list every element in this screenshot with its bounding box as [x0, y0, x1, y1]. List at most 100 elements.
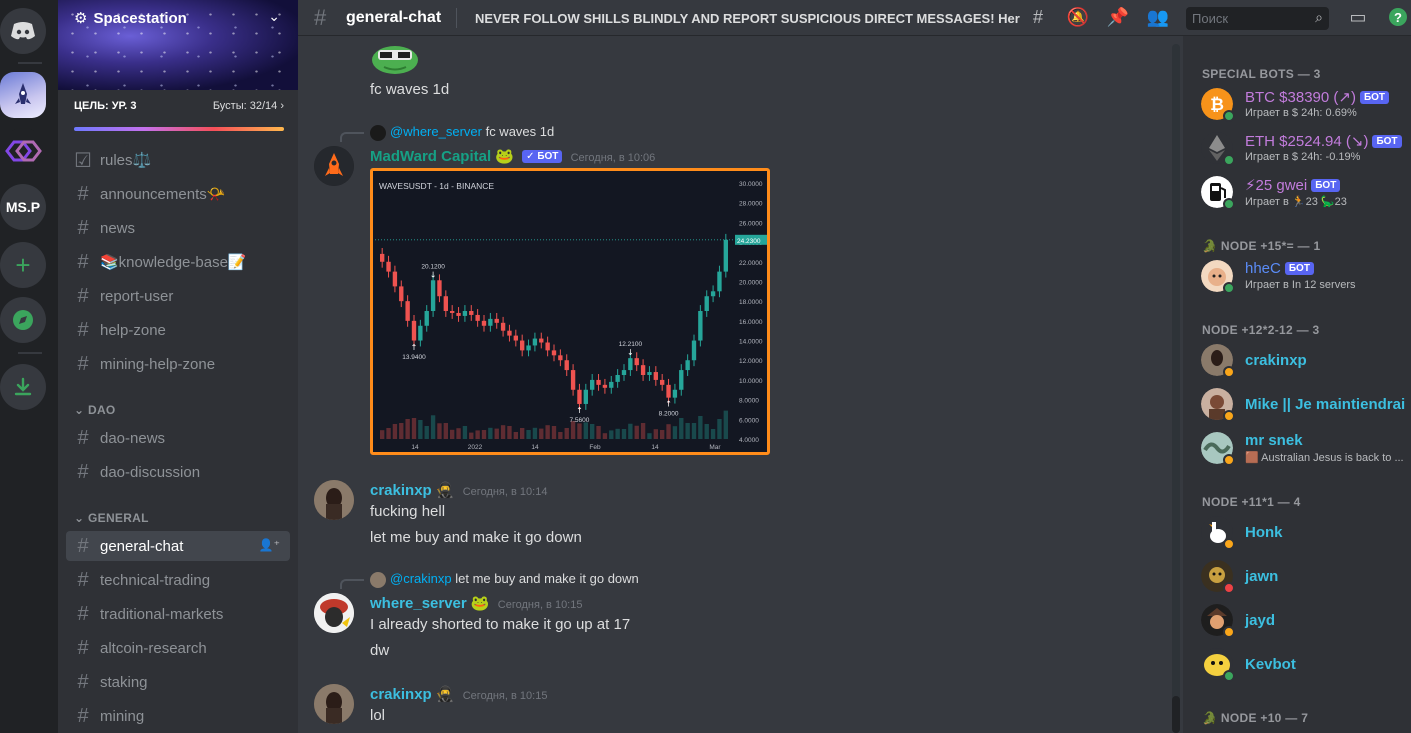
volume-bar: [380, 430, 385, 439]
channel-dao-news[interactable]: # dao-news: [66, 423, 290, 453]
status-idle-icon: [1223, 454, 1235, 466]
reply-mention[interactable]: @crakinxp let me buy and make it go down: [390, 571, 639, 586]
member-item[interactable]: ₿ BTC $38390 (↗) БОТ Играет в $ 24h: 0.69…: [1201, 84, 1401, 128]
pinned-messages-icon[interactable]: 📌: [1106, 7, 1130, 31]
candlestick-chart: WAVESUSDT - 1d - BINANCE 30.0000 28.0000 26…: [375, 181, 767, 451]
channel-knowledge-base[interactable]: # 📚knowledge-base📝: [66, 247, 290, 277]
volume-bar: [621, 429, 627, 439]
volume-bar: [551, 426, 557, 439]
scrollbar-track[interactable]: [1172, 44, 1180, 733]
pepe-icon: 🐸: [470, 595, 490, 612]
x-tick-label: Feb: [589, 444, 601, 451]
avatar[interactable]: [314, 684, 354, 724]
boost-progress[interactable]: ЦЕЛЬ: УР. 3 Бусты: 32/14 ›: [74, 100, 284, 112]
server-spacestation-icon[interactable]: [0, 72, 46, 118]
channel-technical-trading[interactable]: # technical-trading: [66, 565, 290, 595]
volume-bar: [577, 423, 582, 439]
category-dao[interactable]: ⌄ DAO: [74, 403, 116, 417]
member-item[interactable]: jawn: [1201, 556, 1401, 600]
price-annotation: 8.2000: [659, 411, 679, 418]
message-author[interactable]: crakinxp 🥷 Сегодня, в 10:15: [370, 685, 547, 703]
volume-bar: [640, 423, 646, 439]
x-tick-label: 14: [651, 444, 659, 451]
mute-bell-icon[interactable]: 🔕: [1066, 7, 1090, 31]
scrollbar-thumb[interactable]: [1172, 696, 1180, 733]
channel-traditional-markets[interactable]: # traditional-markets: [66, 599, 290, 629]
message-timestamp: Сегодня, в 10:15: [497, 599, 583, 611]
member-list-icon[interactable]: 👥: [1146, 7, 1170, 31]
member-list: SPECIAL BOTS — 3 ₿ BTC $38390 (↗) БОТ Игр…: [1183, 36, 1411, 733]
avatar[interactable]: [314, 480, 354, 520]
explore-servers-icon[interactable]: [0, 297, 46, 343]
channel-topic[interactable]: NEVER FOLLOW SHILLS BLINDLY AND REPORT S…: [475, 11, 1020, 26]
member-item[interactable]: mr snek 🟫 Australian Jesus is back to ..…: [1201, 428, 1404, 472]
member-item[interactable]: ⚡25 gwei БОТ Играет в 🏃23 🦕23: [1201, 172, 1401, 216]
help-icon[interactable]: ?: [1386, 7, 1410, 31]
candle-body: [634, 358, 639, 366]
price-annotation: 20.1200: [421, 263, 445, 270]
candle-body: [526, 345, 531, 351]
candle-body: [615, 375, 620, 382]
channel-staking[interactable]: # staking: [66, 667, 290, 697]
volume-bar: [513, 432, 518, 439]
candle-body: [424, 311, 429, 326]
channel-general-chat[interactable]: # general-chat 👤⁺: [66, 531, 290, 561]
message-author[interactable]: MadWard Capital 🐸 ✓ БОТ Сегодня, в 10:06: [370, 147, 655, 165]
message-author[interactable]: crakinxp 🥷 Сегодня, в 10:14: [370, 481, 547, 499]
server-polygon-icon[interactable]: [0, 128, 46, 174]
member-item[interactable]: crakinxp: [1201, 340, 1401, 384]
add-server-icon[interactable]: +: [0, 242, 46, 288]
member-item[interactable]: ETH $2524.94 (↘) БОТ Играет в $ 24h: -0.1…: [1201, 128, 1402, 172]
server-name-button[interactable]: ⚙ Spacestation: [74, 9, 187, 28]
candle-body: [653, 372, 658, 380]
channel-news[interactable]: # news: [66, 213, 290, 243]
channel-altcoin-research[interactable]: # altcoin-research: [66, 633, 290, 663]
member-item[interactable]: Kevbot: [1201, 644, 1401, 688]
avatar[interactable]: [314, 593, 354, 633]
boost-count: Бусты: 32/14 ›: [212, 100, 284, 112]
candle-body: [672, 389, 678, 398]
discord-home-icon[interactable]: [0, 8, 46, 54]
node-role-icon: 🐊: [1202, 239, 1218, 253]
inbox-icon[interactable]: ▭: [1346, 7, 1370, 31]
boost-progress-bar: [74, 127, 284, 131]
avatar[interactable]: [314, 146, 354, 186]
channel-sidebar: ⚙ Spacestation ⌄ ЦЕЛЬ: УР. 3 Бусты: 32/1…: [58, 0, 298, 733]
chart-image[interactable]: WAVESUSDT - 1d - BINANCE 30.0000 28.0000 26…: [370, 168, 770, 455]
volume-bar: [456, 428, 461, 439]
message-author[interactable]: where_server 🐸 Сегодня, в 10:15: [370, 594, 582, 612]
channel-mining-help-zone[interactable]: # mining-help-zone: [66, 349, 290, 379]
channel-rules[interactable]: ☑ rules⚖️: [66, 145, 290, 175]
channel-report-user[interactable]: # report-user: [66, 281, 290, 311]
search-input[interactable]: Поиск ⌕: [1186, 7, 1329, 30]
reply-preview[interactable]: @where_server fc waves 1d: [340, 124, 600, 142]
channel-mining[interactable]: # mining: [66, 701, 290, 731]
reply-mention[interactable]: @where_server fc waves 1d: [390, 124, 554, 139]
channel-dao-discussion[interactable]: # dao-discussion: [66, 457, 290, 487]
volume-bar: [666, 424, 671, 439]
channel-announcements[interactable]: # announcements📯: [66, 179, 290, 209]
reply-preview[interactable]: @crakinxp let me buy and make it go down: [340, 571, 660, 589]
server-msp-icon[interactable]: MS.P: [0, 184, 46, 230]
candle-body: [513, 335, 518, 341]
member-item[interactable]: Mike || Je maintiendrai: [1201, 384, 1405, 428]
volume-bar: [710, 429, 716, 439]
chevron-down-icon[interactable]: ⌄: [268, 8, 280, 25]
volume-bar: [615, 428, 620, 439]
candle-body: [469, 311, 474, 315]
member-item[interactable]: Honk: [1201, 512, 1401, 556]
candle-body: [405, 301, 410, 321]
member-item[interactable]: jayd: [1201, 600, 1401, 644]
hash-icon: #: [77, 216, 89, 239]
volume-bar: [698, 416, 703, 439]
hash-icon: #: [77, 250, 89, 273]
y-tick-label: 22.0000: [739, 260, 763, 267]
category-general[interactable]: ⌄ GENERAL: [74, 511, 149, 525]
threads-icon[interactable]: #: [1026, 7, 1050, 31]
member-item[interactable]: hheC БОТ Играет в In 12 servers: [1201, 256, 1401, 300]
download-apps-icon[interactable]: [0, 364, 46, 410]
create-invite-icon[interactable]: 👤⁺: [259, 538, 280, 552]
x-tick-label: Mar: [709, 444, 721, 451]
channel-help-zone[interactable]: # help-zone: [66, 315, 290, 345]
volume-bar: [443, 423, 448, 439]
